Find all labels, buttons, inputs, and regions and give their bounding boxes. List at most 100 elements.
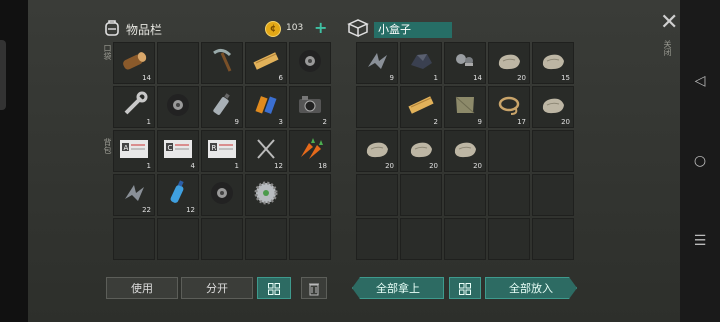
- inventory-slot[interactable]: R1: [201, 130, 243, 172]
- container-slot[interactable]: [532, 218, 574, 260]
- stone-icon: [495, 49, 523, 77]
- box-icon: [347, 18, 369, 42]
- grid-sort-icon: [268, 283, 280, 295]
- container-slot[interactable]: 2: [400, 86, 442, 128]
- plank-icon: [406, 93, 436, 121]
- coin-count: 103: [286, 23, 304, 33]
- cloth-icon: [451, 92, 479, 122]
- inventory-slot[interactable]: C4: [157, 130, 199, 172]
- battery-icon: [252, 91, 280, 123]
- container-slot[interactable]: [488, 218, 530, 260]
- split-button[interactable]: 分开: [181, 277, 253, 299]
- container-slot[interactable]: 9: [356, 42, 398, 84]
- container-slot[interactable]: 9: [444, 86, 486, 128]
- take-all-button[interactable]: 全部拿上: [352, 277, 444, 299]
- stone-icon: [539, 49, 567, 77]
- item-count: 20: [473, 162, 482, 170]
- item-count: 20: [385, 162, 394, 170]
- svg-text:R: R: [212, 144, 217, 152]
- container-slot[interactable]: [356, 86, 398, 128]
- menu-nav-icon[interactable]: ☰: [691, 232, 709, 250]
- hotbar-label: 口袋: [103, 44, 112, 60]
- item-count: 20: [429, 162, 438, 170]
- container-slot[interactable]: 20: [400, 130, 442, 172]
- container-slot[interactable]: [532, 174, 574, 216]
- inventory-slot[interactable]: [289, 218, 331, 260]
- stone-icon: [539, 93, 567, 121]
- inventory-slot[interactable]: [289, 42, 331, 84]
- inventory-slot[interactable]: 12: [245, 130, 287, 172]
- container-slot[interactable]: 20: [356, 130, 398, 172]
- inventory-slot[interactable]: 22: [113, 174, 155, 216]
- card-c-icon: C: [163, 138, 193, 164]
- sort-container-button[interactable]: [449, 277, 481, 299]
- container-slot[interactable]: 15: [532, 42, 574, 84]
- item-count: 2: [322, 118, 327, 126]
- item-count: 18: [318, 162, 327, 170]
- container-slot[interactable]: [400, 174, 442, 216]
- container-slot[interactable]: [444, 174, 486, 216]
- trash-icon: [309, 283, 319, 296]
- back-nav-icon[interactable]: ◁: [691, 72, 709, 90]
- log-icon: [119, 49, 149, 77]
- inventory-slot[interactable]: 1: [113, 86, 155, 128]
- close-button[interactable]: ✕: [660, 12, 678, 34]
- inventory-slot[interactable]: [289, 174, 331, 216]
- trash-button[interactable]: [301, 277, 327, 299]
- container-slot[interactable]: 17: [488, 86, 530, 128]
- inventory-slot[interactable]: [201, 42, 243, 84]
- container-slot[interactable]: 20: [488, 42, 530, 84]
- put-all-button[interactable]: 全部放入: [485, 277, 577, 299]
- item-count: 1: [433, 74, 438, 82]
- inventory-slot[interactable]: 18: [289, 130, 331, 172]
- inventory-slot[interactable]: [157, 218, 199, 260]
- item-count: 9: [477, 118, 482, 126]
- bolts-icon: [451, 49, 479, 77]
- inventory-slot[interactable]: [201, 174, 243, 216]
- add-coins-button[interactable]: +: [314, 20, 327, 36]
- inventory-title: 物品栏: [126, 23, 163, 37]
- grid-sort-icon: [459, 283, 471, 295]
- item-count: 22: [142, 206, 151, 214]
- item-count: 12: [274, 162, 283, 170]
- inventory-slot[interactable]: [157, 42, 199, 84]
- inventory-slot[interactable]: [113, 218, 155, 260]
- inventory-slot[interactable]: [157, 86, 199, 128]
- stone-icon: [407, 137, 435, 165]
- container-slot[interactable]: 20: [532, 86, 574, 128]
- container-slot[interactable]: [356, 174, 398, 216]
- container-slot[interactable]: 20: [444, 130, 486, 172]
- container-slot[interactable]: 1: [400, 42, 442, 84]
- container-title: 小盒子: [374, 22, 452, 38]
- item-count: 4: [190, 162, 195, 170]
- container-slot[interactable]: [444, 218, 486, 260]
- inventory-slot[interactable]: A1: [113, 130, 155, 172]
- sort-inventory-button[interactable]: [257, 277, 291, 299]
- tire-icon: [165, 92, 191, 122]
- svg-text:C: C: [168, 144, 173, 152]
- home-nav-icon[interactable]: ○: [691, 152, 709, 170]
- container-slot[interactable]: [356, 218, 398, 260]
- inventory-slot[interactable]: [245, 174, 287, 216]
- saw-blade-icon: [253, 180, 279, 210]
- container-slot[interactable]: [400, 218, 442, 260]
- container-slot[interactable]: [532, 130, 574, 172]
- inventory-screen: 物品栏 ¢ 103 + 小盒子 ✕ 关闭 口袋 背包 14 6 1 9 3 2 A 1 C 4 R 1…: [28, 0, 680, 322]
- inventory-slot[interactable]: 12: [157, 174, 199, 216]
- container-slot[interactable]: [488, 174, 530, 216]
- inventory-slot[interactable]: 2: [289, 86, 331, 128]
- stone-icon: [363, 137, 391, 165]
- inventory-slot[interactable]: 3: [245, 86, 287, 128]
- use-button[interactable]: 使用: [106, 277, 178, 299]
- item-count: 6: [278, 74, 283, 82]
- inventory-slot[interactable]: [245, 218, 287, 260]
- inventory-slot[interactable]: 14: [113, 42, 155, 84]
- item-count: 15: [561, 74, 570, 82]
- container-slot[interactable]: 14: [444, 42, 486, 84]
- wrench-icon: [120, 91, 148, 123]
- inventory-slot[interactable]: 9: [201, 86, 243, 128]
- inventory-slot[interactable]: 6: [245, 42, 287, 84]
- inventory-slot[interactable]: [201, 218, 243, 260]
- container-slot[interactable]: [488, 130, 530, 172]
- container-grid: 9 1 14 20 15 2 9 17 20 20 20 20: [356, 42, 574, 260]
